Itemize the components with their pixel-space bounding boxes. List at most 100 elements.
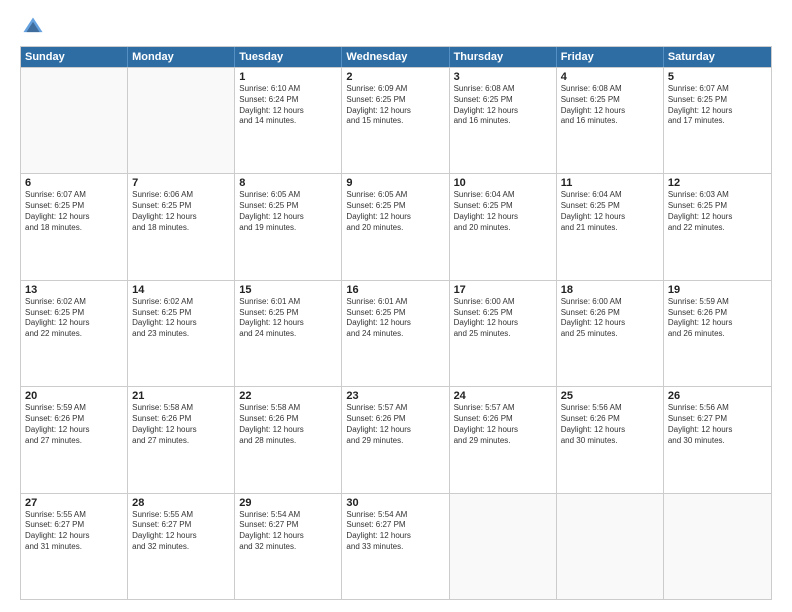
day-cell-28: 28Sunrise: 5:55 AM Sunset: 6:27 PM Dayli… xyxy=(128,494,235,599)
calendar-header: SundayMondayTuesdayWednesdayThursdayFrid… xyxy=(21,47,771,67)
header-day-thursday: Thursday xyxy=(450,47,557,67)
day-number: 1 xyxy=(239,71,337,83)
day-number: 26 xyxy=(668,390,767,402)
day-cell-1: 1Sunrise: 6:10 AM Sunset: 6:24 PM Daylig… xyxy=(235,68,342,173)
day-number: 30 xyxy=(346,497,444,509)
day-number: 16 xyxy=(346,284,444,296)
week-row-1: 6Sunrise: 6:07 AM Sunset: 6:25 PM Daylig… xyxy=(21,173,771,279)
day-cell-19: 19Sunrise: 5:59 AM Sunset: 6:26 PM Dayli… xyxy=(664,281,771,386)
week-row-0: 1Sunrise: 6:10 AM Sunset: 6:24 PM Daylig… xyxy=(21,67,771,173)
day-info: Sunrise: 5:54 AM Sunset: 6:27 PM Dayligh… xyxy=(239,510,337,553)
day-cell-13: 13Sunrise: 6:02 AM Sunset: 6:25 PM Dayli… xyxy=(21,281,128,386)
day-info: Sunrise: 6:10 AM Sunset: 6:24 PM Dayligh… xyxy=(239,84,337,127)
empty-cell xyxy=(21,68,128,173)
day-number: 12 xyxy=(668,177,767,189)
day-info: Sunrise: 5:57 AM Sunset: 6:26 PM Dayligh… xyxy=(346,403,444,446)
week-row-4: 27Sunrise: 5:55 AM Sunset: 6:27 PM Dayli… xyxy=(21,493,771,599)
day-cell-3: 3Sunrise: 6:08 AM Sunset: 6:25 PM Daylig… xyxy=(450,68,557,173)
day-number: 8 xyxy=(239,177,337,189)
day-cell-9: 9Sunrise: 6:05 AM Sunset: 6:25 PM Daylig… xyxy=(342,174,449,279)
day-info: Sunrise: 5:58 AM Sunset: 6:26 PM Dayligh… xyxy=(239,403,337,446)
day-info: Sunrise: 6:05 AM Sunset: 6:25 PM Dayligh… xyxy=(346,190,444,233)
day-number: 28 xyxy=(132,497,230,509)
day-cell-8: 8Sunrise: 6:05 AM Sunset: 6:25 PM Daylig… xyxy=(235,174,342,279)
page: SundayMondayTuesdayWednesdayThursdayFrid… xyxy=(0,0,792,612)
day-info: Sunrise: 6:02 AM Sunset: 6:25 PM Dayligh… xyxy=(25,297,123,340)
day-number: 22 xyxy=(239,390,337,402)
day-info: Sunrise: 6:03 AM Sunset: 6:25 PM Dayligh… xyxy=(668,190,767,233)
header-day-sunday: Sunday xyxy=(21,47,128,67)
day-info: Sunrise: 5:59 AM Sunset: 6:26 PM Dayligh… xyxy=(668,297,767,340)
day-number: 29 xyxy=(239,497,337,509)
day-info: Sunrise: 5:59 AM Sunset: 6:26 PM Dayligh… xyxy=(25,403,123,446)
day-cell-11: 11Sunrise: 6:04 AM Sunset: 6:25 PM Dayli… xyxy=(557,174,664,279)
week-row-2: 13Sunrise: 6:02 AM Sunset: 6:25 PM Dayli… xyxy=(21,280,771,386)
day-cell-29: 29Sunrise: 5:54 AM Sunset: 6:27 PM Dayli… xyxy=(235,494,342,599)
day-cell-18: 18Sunrise: 6:00 AM Sunset: 6:26 PM Dayli… xyxy=(557,281,664,386)
day-cell-14: 14Sunrise: 6:02 AM Sunset: 6:25 PM Dayli… xyxy=(128,281,235,386)
day-info: Sunrise: 6:04 AM Sunset: 6:25 PM Dayligh… xyxy=(454,190,552,233)
day-number: 13 xyxy=(25,284,123,296)
day-info: Sunrise: 5:56 AM Sunset: 6:27 PM Dayligh… xyxy=(668,403,767,446)
day-number: 9 xyxy=(346,177,444,189)
empty-cell xyxy=(450,494,557,599)
day-info: Sunrise: 5:58 AM Sunset: 6:26 PM Dayligh… xyxy=(132,403,230,446)
day-number: 14 xyxy=(132,284,230,296)
day-cell-22: 22Sunrise: 5:58 AM Sunset: 6:26 PM Dayli… xyxy=(235,387,342,492)
calendar-body: 1Sunrise: 6:10 AM Sunset: 6:24 PM Daylig… xyxy=(21,67,771,599)
day-info: Sunrise: 5:54 AM Sunset: 6:27 PM Dayligh… xyxy=(346,510,444,553)
day-number: 5 xyxy=(668,71,767,83)
week-row-3: 20Sunrise: 5:59 AM Sunset: 6:26 PM Dayli… xyxy=(21,386,771,492)
day-cell-7: 7Sunrise: 6:06 AM Sunset: 6:25 PM Daylig… xyxy=(128,174,235,279)
day-info: Sunrise: 6:07 AM Sunset: 6:25 PM Dayligh… xyxy=(25,190,123,233)
day-cell-25: 25Sunrise: 5:56 AM Sunset: 6:26 PM Dayli… xyxy=(557,387,664,492)
day-number: 19 xyxy=(668,284,767,296)
header-day-friday: Friday xyxy=(557,47,664,67)
day-number: 24 xyxy=(454,390,552,402)
day-cell-12: 12Sunrise: 6:03 AM Sunset: 6:25 PM Dayli… xyxy=(664,174,771,279)
day-number: 18 xyxy=(561,284,659,296)
empty-cell xyxy=(128,68,235,173)
day-info: Sunrise: 6:07 AM Sunset: 6:25 PM Dayligh… xyxy=(668,84,767,127)
day-info: Sunrise: 6:01 AM Sunset: 6:25 PM Dayligh… xyxy=(239,297,337,340)
day-cell-24: 24Sunrise: 5:57 AM Sunset: 6:26 PM Dayli… xyxy=(450,387,557,492)
day-info: Sunrise: 6:02 AM Sunset: 6:25 PM Dayligh… xyxy=(132,297,230,340)
day-info: Sunrise: 6:00 AM Sunset: 6:26 PM Dayligh… xyxy=(561,297,659,340)
day-cell-17: 17Sunrise: 6:00 AM Sunset: 6:25 PM Dayli… xyxy=(450,281,557,386)
day-cell-23: 23Sunrise: 5:57 AM Sunset: 6:26 PM Dayli… xyxy=(342,387,449,492)
day-number: 3 xyxy=(454,71,552,83)
day-info: Sunrise: 5:55 AM Sunset: 6:27 PM Dayligh… xyxy=(25,510,123,553)
day-cell-5: 5Sunrise: 6:07 AM Sunset: 6:25 PM Daylig… xyxy=(664,68,771,173)
empty-cell xyxy=(557,494,664,599)
day-info: Sunrise: 6:00 AM Sunset: 6:25 PM Dayligh… xyxy=(454,297,552,340)
header-day-monday: Monday xyxy=(128,47,235,67)
day-info: Sunrise: 5:57 AM Sunset: 6:26 PM Dayligh… xyxy=(454,403,552,446)
day-number: 23 xyxy=(346,390,444,402)
day-cell-21: 21Sunrise: 5:58 AM Sunset: 6:26 PM Dayli… xyxy=(128,387,235,492)
day-cell-27: 27Sunrise: 5:55 AM Sunset: 6:27 PM Dayli… xyxy=(21,494,128,599)
day-info: Sunrise: 6:06 AM Sunset: 6:25 PM Dayligh… xyxy=(132,190,230,233)
day-cell-4: 4Sunrise: 6:08 AM Sunset: 6:25 PM Daylig… xyxy=(557,68,664,173)
day-number: 7 xyxy=(132,177,230,189)
day-number: 10 xyxy=(454,177,552,189)
day-info: Sunrise: 6:09 AM Sunset: 6:25 PM Dayligh… xyxy=(346,84,444,127)
day-cell-20: 20Sunrise: 5:59 AM Sunset: 6:26 PM Dayli… xyxy=(21,387,128,492)
header-day-wednesday: Wednesday xyxy=(342,47,449,67)
day-number: 11 xyxy=(561,177,659,189)
day-cell-30: 30Sunrise: 5:54 AM Sunset: 6:27 PM Dayli… xyxy=(342,494,449,599)
calendar: SundayMondayTuesdayWednesdayThursdayFrid… xyxy=(20,46,772,600)
header-day-saturday: Saturday xyxy=(664,47,771,67)
day-cell-26: 26Sunrise: 5:56 AM Sunset: 6:27 PM Dayli… xyxy=(664,387,771,492)
day-number: 20 xyxy=(25,390,123,402)
day-info: Sunrise: 5:55 AM Sunset: 6:27 PM Dayligh… xyxy=(132,510,230,553)
header xyxy=(20,16,772,38)
day-info: Sunrise: 6:08 AM Sunset: 6:25 PM Dayligh… xyxy=(454,84,552,127)
day-info: Sunrise: 6:01 AM Sunset: 6:25 PM Dayligh… xyxy=(346,297,444,340)
day-number: 2 xyxy=(346,71,444,83)
header-day-tuesday: Tuesday xyxy=(235,47,342,67)
day-info: Sunrise: 5:56 AM Sunset: 6:26 PM Dayligh… xyxy=(561,403,659,446)
empty-cell xyxy=(664,494,771,599)
day-info: Sunrise: 6:05 AM Sunset: 6:25 PM Dayligh… xyxy=(239,190,337,233)
day-number: 15 xyxy=(239,284,337,296)
day-number: 6 xyxy=(25,177,123,189)
